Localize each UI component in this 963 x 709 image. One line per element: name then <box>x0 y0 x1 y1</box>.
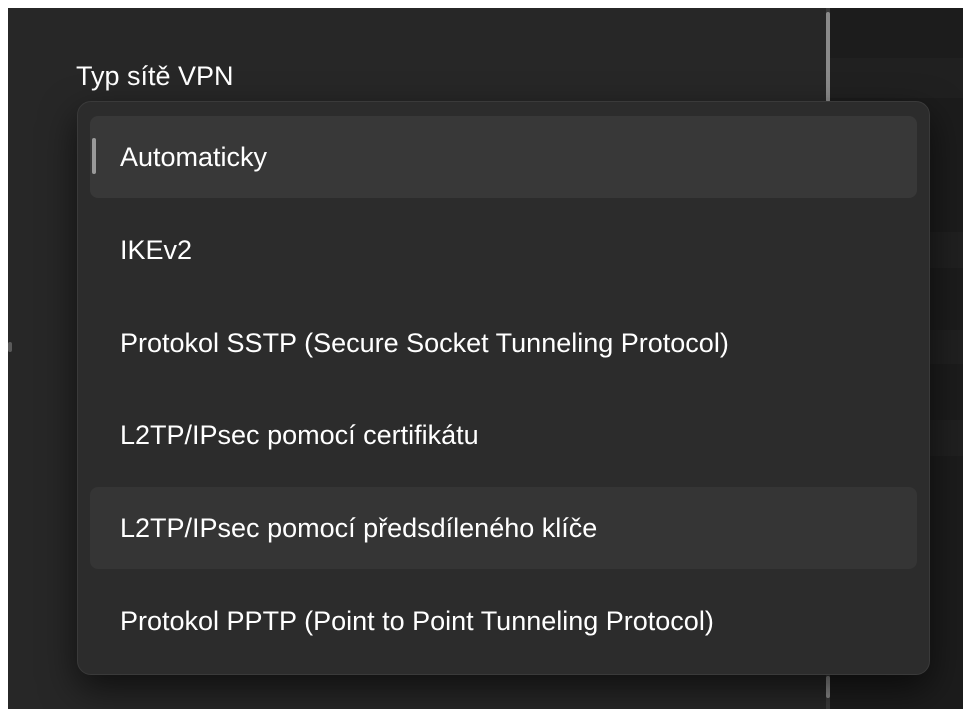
vpn-type-dropdown-list[interactable]: Automaticky IKEv2 Protokol SSTP (Secure … <box>77 101 930 675</box>
option-label: IKEv2 <box>120 235 193 265</box>
scrollbar-thumb[interactable] <box>826 12 830 102</box>
vpn-type-label: Typ sítě VPN <box>76 61 234 91</box>
vpn-type-option-l2tp-certificate[interactable]: L2TP/IPsec pomocí certifikátu <box>90 394 917 476</box>
background-settings-row <box>826 58 963 98</box>
selected-indicator <box>92 138 96 174</box>
vpn-type-option-l2tp-psk[interactable]: L2TP/IPsec pomocí předsdíleného klíče <box>90 487 917 569</box>
scrollbar-thumb-lower[interactable] <box>826 676 830 698</box>
settings-window: Typ sítě VPN Automaticky IKEv2 Protokol … <box>0 0 963 709</box>
option-label: Protokol SSTP (Secure Socket Tunneling P… <box>120 328 729 358</box>
vpn-type-option-sstp[interactable]: Protokol SSTP (Secure Socket Tunneling P… <box>90 302 917 384</box>
vpn-type-option-pptp[interactable]: Protokol PPTP (Point to Point Tunneling … <box>90 580 917 662</box>
option-label: Protokol PPTP (Point to Point Tunneling … <box>120 606 714 636</box>
vpn-type-option-ikev2[interactable]: IKEv2 <box>90 209 917 291</box>
background-edge-marker <box>8 342 12 352</box>
option-label: Automaticky <box>120 142 268 172</box>
vpn-type-option-automatic[interactable]: Automaticky <box>90 116 917 198</box>
option-label: L2TP/IPsec pomocí certifikátu <box>120 420 479 450</box>
option-label: L2TP/IPsec pomocí předsdíleného klíče <box>120 513 598 543</box>
